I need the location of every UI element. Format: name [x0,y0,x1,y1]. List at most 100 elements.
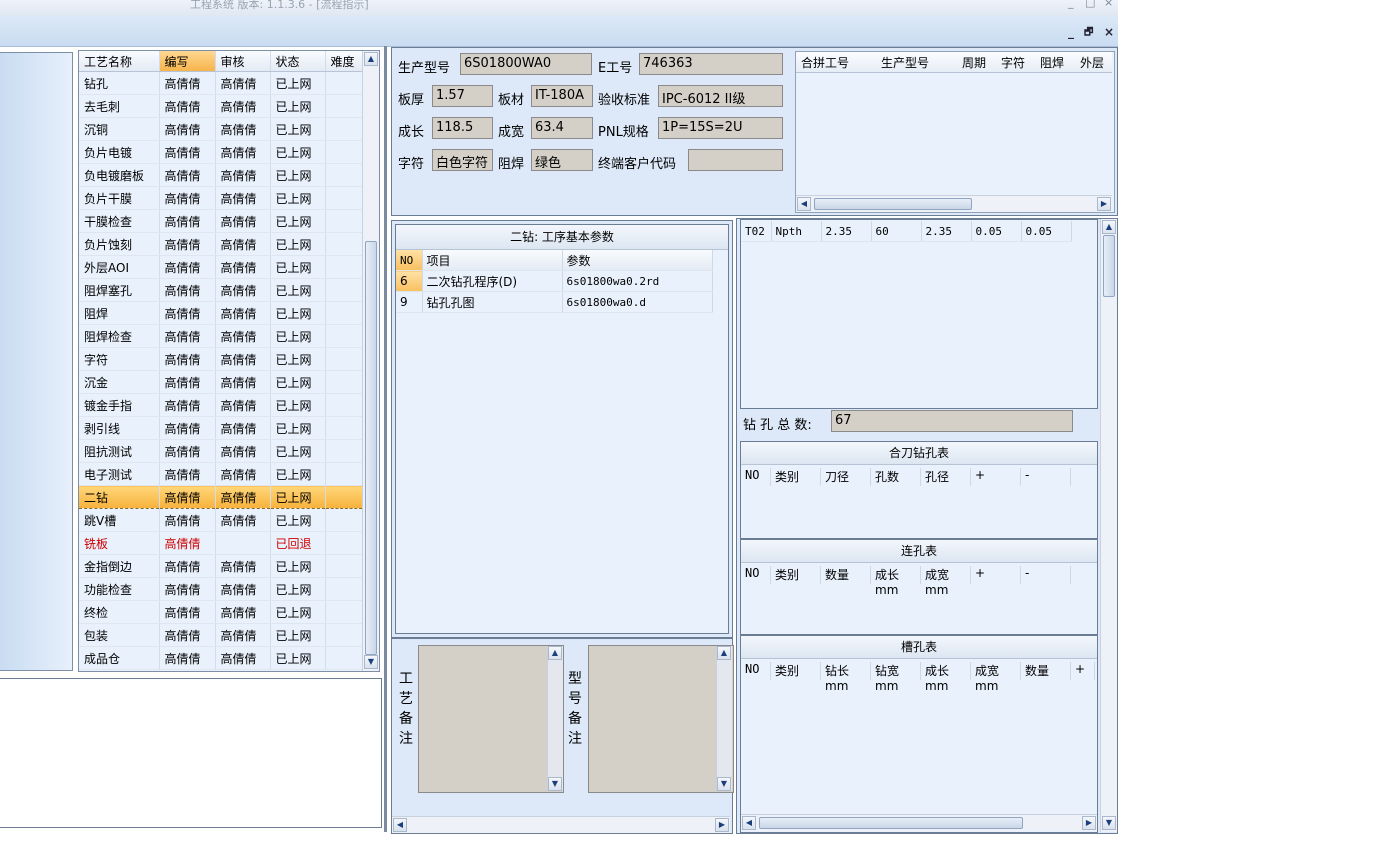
model-remark-scrollbar[interactable]: ▲ ▼ [716,646,732,791]
col-header-merge-cycle[interactable]: 周期 [962,54,986,71]
col-header[interactable]: NO [741,468,771,486]
col-header[interactable]: 类别 [771,662,821,680]
process-row[interactable]: 包装 高倩倩 高倩倩 已上网 [79,623,363,647]
col-header[interactable]: - [1021,468,1071,486]
scroll-left-button[interactable]: ◀ [393,818,407,832]
process-row[interactable]: 电子测试 高倩倩 高倩倩 已上网 [79,462,363,486]
scroll-right-button[interactable]: ▶ [1097,197,1111,211]
col-header[interactable]: 成长mm [871,566,921,597]
left-nav-panel[interactable] [0,52,73,671]
length-field[interactable]: 118.5 [432,117,493,139]
col-header[interactable]: 数量 [821,566,871,584]
col-header-difficulty[interactable]: 难度 [325,51,363,72]
col-header-merge-char[interactable]: 字符 [1001,54,1025,71]
col-header[interactable]: 孔数 [871,468,921,486]
mdi-minimize-button[interactable]: _ [1068,25,1074,39]
standard-field[interactable]: IPC-6012 II级 [658,85,783,107]
process-row[interactable]: 钻孔 高倩倩 高倩倩 已上网 [79,71,363,95]
process-row[interactable]: 铣板 高倩倩 已回退 [79,531,363,555]
col-header[interactable]: 数量 [1021,662,1071,680]
process-row[interactable]: 字符 高倩倩 高倩倩 已上网 [79,347,363,371]
scroll-up-button[interactable]: ▲ [717,646,731,660]
process-row[interactable]: 阻焊塞孔 高倩倩 高倩倩 已上网 [79,278,363,302]
process-row[interactable]: 外层AOI 高倩倩 高倩倩 已上网 [79,255,363,279]
col-header[interactable]: - [1021,566,1071,584]
col-header-status[interactable]: 状态 [270,51,326,72]
process-row[interactable]: 干膜检查 高倩倩 高倩倩 已上网 [79,209,363,233]
process-row[interactable]: 成品仓 高倩倩 高倩倩 已上网 [79,646,363,670]
scroll-down-button[interactable]: ▼ [364,655,378,669]
thickness-field[interactable]: 1.57 [432,85,493,107]
col-header[interactable]: + [971,468,1021,486]
model-remark-textarea[interactable] [588,645,734,793]
col-header-writer[interactable]: 编写 [159,51,216,72]
process-row[interactable]: 负片干膜 高倩倩 高倩倩 已上网 [79,186,363,210]
col-header[interactable]: NO [741,566,771,584]
process-remark-textarea[interactable] [418,645,564,793]
scroll-up-button[interactable]: ▲ [1102,220,1116,234]
splitter[interactable] [384,46,387,832]
process-row[interactable]: 阻焊检查 高倩倩 高倩倩 已上网 [79,324,363,348]
model-field[interactable]: 6S01800WA0 [460,53,592,75]
scroll-down-button[interactable]: ▼ [717,777,731,791]
col-header-item[interactable]: 项目 [422,250,563,271]
scrollbar-thumb[interactable] [1103,235,1115,297]
col-header[interactable]: 成宽mm [971,662,1021,693]
col-header[interactable]: 类别 [771,468,821,486]
scrollbar-thumb[interactable] [814,198,972,210]
right-panel-scrollbar[interactable]: ▲ ▼ [1100,219,1117,832]
table-row[interactable]: 9 钻孔孔图 6s01800wa0.d [396,291,713,313]
process-row[interactable]: 金指倒边 高倩倩 高倩倩 已上网 [79,554,363,578]
process-row[interactable]: 剥引线 高倩倩 高倩倩 已上网 [79,416,363,440]
minimize-button[interactable]: _ [1068,0,1074,9]
width-field[interactable]: 63.4 [531,117,593,139]
process-row[interactable]: 阻抗测试 高倩倩 高倩倩 已上网 [79,439,363,463]
col-header-merge-outer[interactable]: 外层 [1080,54,1104,71]
col-header-process-name[interactable]: 工艺名称 [79,51,160,72]
process-row[interactable]: 二钻 高倩倩 高倩倩 已上网 [79,485,363,509]
table-row[interactable]: 6 二次钻孔程序(D) 6s01800wa0.2rd [396,270,713,292]
col-header[interactable]: 钻宽mm [871,662,921,693]
material-field[interactable]: IT-180A [531,85,593,107]
col-header[interactable]: 类别 [771,566,821,584]
process-row[interactable]: 沉铜 高倩倩 高倩倩 已上网 [79,117,363,141]
col-header[interactable]: 成长mm [921,662,971,693]
scrollbar-thumb[interactable] [365,241,377,655]
eno-field[interactable]: 746363 [639,53,783,75]
process-row[interactable]: 负片电镀 高倩倩 高倩倩 已上网 [79,140,363,164]
process-row[interactable]: 镀金手指 高倩倩 高倩倩 已上网 [79,393,363,417]
process-row[interactable]: 跳V槽 高倩倩 高倩倩 已上网 [79,508,363,532]
scroll-right-button[interactable]: ▶ [715,818,729,832]
col-header-no[interactable]: NO [396,250,423,271]
process-remark-scrollbar[interactable]: ▲ ▼ [547,646,563,791]
scroll-up-button[interactable]: ▲ [548,646,562,660]
process-row[interactable]: 终检 高倩倩 高倩倩 已上网 [79,600,363,624]
col-header-merge-model[interactable]: 生产型号 [881,54,929,71]
process-list-scrollbar[interactable]: ▲ ▼ [362,51,379,671]
drill-total-field[interactable]: 67 [831,410,1073,432]
col-header[interactable]: 刀径 [821,468,871,486]
process-row[interactable]: 去毛刺 高倩倩 高倩倩 已上网 [79,94,363,118]
close-button[interactable]: × [1104,0,1113,9]
col-header[interactable]: 成宽mm [921,566,971,597]
merge-hscrollbar[interactable]: ◀ ▶ [796,195,1112,212]
scroll-up-button[interactable]: ▲ [364,52,378,66]
char-field[interactable]: 白色字符 [432,149,493,171]
process-row[interactable]: 沉金 高倩倩 高倩倩 已上网 [79,370,363,394]
slot-hscrollbar[interactable]: ◀ ▶ [741,814,1097,831]
col-header-value[interactable]: 参数 [562,250,713,271]
process-row[interactable]: 负电镀磨板 高倩倩 高倩倩 已上网 [79,163,363,187]
scroll-right-button[interactable]: ▶ [1082,816,1096,830]
scroll-down-button[interactable]: ▼ [1102,816,1116,830]
col-header[interactable]: + [1071,662,1095,680]
mask-field[interactable]: 绿色 [531,149,593,171]
process-row[interactable]: 功能检查 高倩倩 高倩倩 已上网 [79,577,363,601]
scroll-down-button[interactable]: ▼ [548,777,562,791]
mdi-restore-button[interactable]: 🗗 [1084,25,1093,42]
scroll-left-button[interactable]: ◀ [797,197,811,211]
pnl-field[interactable]: 1P=15S=2U [658,117,783,139]
process-row[interactable]: 阻焊 高倩倩 高倩倩 已上网 [79,301,363,325]
col-header-merge-eno[interactable]: 合拼工号 [801,54,849,71]
table-row[interactable]: T02 Npth 2.35 60 2.35 0.05 0.05 [741,221,1072,242]
col-header[interactable]: + [971,566,1021,584]
